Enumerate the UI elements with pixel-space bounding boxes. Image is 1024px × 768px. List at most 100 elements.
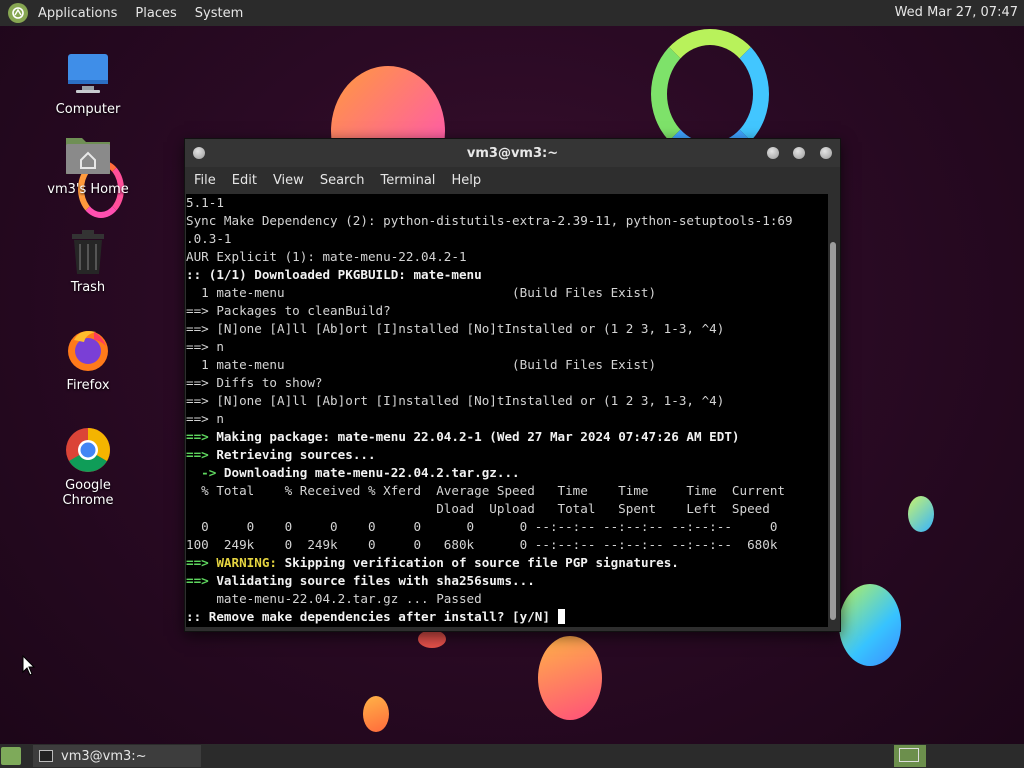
desktop-icon-chrome[interactable]: Google Chrome	[38, 426, 138, 508]
menu-file[interactable]: File	[185, 173, 224, 188]
wallpaper-shape	[418, 630, 446, 648]
menu-edit[interactable]: Edit	[224, 173, 265, 188]
window-titlebar[interactable]: vm3@vm3:~	[185, 139, 840, 167]
terminal-line: ==> WARNING: Skipping verification of so…	[186, 554, 828, 572]
window-title: vm3@vm3:~	[466, 145, 559, 161]
terminal-line: Sync Make Dependency (2): python-distuti…	[186, 212, 828, 230]
terminal-text: WARNING:	[216, 555, 285, 570]
close-button[interactable]	[820, 147, 832, 159]
terminal-line: mate-menu-22.04.2.tar.gz ... Passed	[186, 590, 828, 608]
terminal-line: 1 mate-menu (Build Files Exist)	[186, 356, 828, 374]
terminal-text: Skipping verification of source file PGP…	[284, 555, 679, 570]
mate-logo-icon[interactable]	[8, 3, 28, 23]
wallpaper-shape	[538, 636, 602, 720]
trash-icon	[72, 230, 104, 274]
taskbar-label: vm3@vm3:~	[61, 748, 147, 764]
maximize-button[interactable]	[793, 147, 805, 159]
terminal-text: mate-menu-22.04.2.tar.gz ... Passed	[186, 591, 482, 606]
terminal-line: AUR Explicit (1): mate-menu-22.04.2-1	[186, 248, 828, 266]
terminal-line: 1 mate-menu (Build Files Exist)	[186, 284, 828, 302]
terminal-line: ==> Diffs to show?	[186, 374, 828, 392]
mouse-pointer-icon	[22, 655, 36, 676]
terminal-line: ==> n	[186, 410, 828, 428]
terminal-line: :: Remove make dependencies after instal…	[186, 608, 828, 626]
terminal-line: 5.1-1	[186, 194, 828, 212]
home-folder-icon	[66, 138, 110, 174]
terminal-text: Sync Make Dependency (2): python-distuti…	[186, 213, 793, 228]
terminal-line: ==> Packages to cleanBuild?	[186, 302, 828, 320]
scrollbar-thumb[interactable]	[830, 242, 836, 620]
terminal-text: ==> n	[186, 339, 224, 354]
minimize-button[interactable]	[767, 147, 779, 159]
terminal-line: ==> n	[186, 338, 828, 356]
terminal-text: Making package: mate-menu 22.04.2-1 (Wed…	[216, 429, 740, 444]
desktop-icon-label: Trash	[70, 280, 106, 295]
terminal-line: ==> Making package: mate-menu 22.04.2-1 …	[186, 428, 828, 446]
terminal-text: ==> n	[186, 411, 224, 426]
terminal-text: ==> Packages to cleanBuild?	[186, 303, 391, 318]
terminal-text: 0 0 0 0 0 0 0 0 --:--:-- --:--:-- --:--:…	[186, 519, 778, 534]
system-menu[interactable]: System	[193, 6, 245, 21]
clock[interactable]: Wed Mar 27, 07:47	[895, 5, 1018, 20]
desktop-icon-home[interactable]: vm3's Home	[38, 130, 138, 197]
terminal-text: .0.3-1	[186, 231, 232, 246]
workspace-switcher[interactable]	[894, 745, 926, 767]
bottom-panel: vm3@vm3:~	[0, 744, 1024, 768]
terminal-line: % Total % Received % Xferd Average Speed…	[186, 482, 828, 500]
chrome-icon	[66, 428, 110, 472]
desktop-icon-label: Computer	[55, 102, 121, 117]
desktop-icon-computer[interactable]: Computer	[38, 50, 138, 117]
terminal-text: :: Remove make dependencies after instal…	[186, 609, 558, 624]
applications-menu[interactable]: Applications	[36, 6, 119, 21]
terminal-line: 0 0 0 0 0 0 0 0 --:--:-- --:--:-- --:--:…	[186, 518, 828, 536]
wallpaper-shape	[908, 496, 934, 532]
terminal-text: ==>	[186, 573, 217, 588]
places-menu[interactable]: Places	[133, 6, 178, 21]
desktop-icon-label: Google Chrome	[62, 478, 114, 508]
terminal-line: ==> Validating source files with sha256s…	[186, 572, 828, 590]
terminal-text: ==>	[186, 555, 217, 570]
top-panel: Applications Places System Wed Mar 27, 0…	[0, 0, 1024, 26]
terminal-text: ==> Diffs to show?	[186, 375, 323, 390]
text-cursor	[557, 609, 565, 624]
terminal-text: Downloading mate-menu-22.04.2.tar.gz...	[223, 465, 520, 480]
terminal-text: ==> [N]one [A]ll [Ab]ort [I]nstalled [No…	[186, 321, 725, 336]
menu-help[interactable]: Help	[443, 173, 489, 188]
desktop-icon-firefox[interactable]: Firefox	[38, 326, 138, 393]
menu-search[interactable]: Search	[312, 173, 373, 188]
terminal-line: ==> [N]one [A]ll [Ab]ort [I]nstalled [No…	[186, 320, 828, 338]
terminal-text: AUR Explicit (1): mate-menu-22.04.2-1	[186, 249, 467, 264]
terminal-text: :: (1/1) Downloaded PKGBUILD: mate-menu	[186, 267, 482, 282]
terminal-text: 1 mate-menu (Build Files Exist)	[186, 285, 657, 300]
terminal-line: 100 249k 0 249k 0 0 680k 0 --:--:-- --:-…	[186, 536, 828, 554]
wallpaper-shape	[363, 696, 389, 732]
terminal-scrollbar[interactable]	[829, 194, 838, 627]
terminal-text: ==>	[186, 447, 217, 462]
terminal-text: Retrieving sources...	[216, 447, 376, 462]
terminal-line: -> Downloading mate-menu-22.04.2.tar.gz.…	[186, 464, 828, 482]
terminal-line: .0.3-1	[186, 230, 828, 248]
terminal-text: 1 mate-menu (Build Files Exist)	[186, 357, 657, 372]
show-desktop-button[interactable]	[1, 747, 21, 765]
wallpaper-shape	[839, 584, 901, 666]
desktop-icon-trash[interactable]: Trash	[38, 228, 138, 295]
taskbar-button-terminal[interactable]: vm3@vm3:~	[33, 745, 201, 767]
menu-terminal[interactable]: Terminal	[372, 173, 443, 188]
terminal-text: % Total % Received % Xferd Average Speed…	[186, 483, 785, 498]
terminal-text: 100 249k 0 249k 0 0 680k 0 --:--:-- --:-…	[186, 537, 778, 552]
terminal-menubar: File Edit View Search Terminal Help	[185, 167, 840, 194]
terminal-line: :: (1/1) Downloaded PKGBUILD: mate-menu	[186, 266, 828, 284]
menu-view[interactable]: View	[265, 173, 312, 188]
terminal-text: Validating source files with sha256sums.…	[216, 573, 535, 588]
computer-icon	[68, 54, 108, 93]
terminal-output[interactable]: 5.1-1 Sync Make Dependency (2): python-di…	[186, 194, 828, 627]
desktop-icon-label: vm3's Home	[47, 182, 129, 197]
terminal-line: Dload Upload Total Spent Left Speed	[186, 500, 828, 518]
terminal-line: ==> [N]one [A]ll [Ab]ort [I]nstalled [No…	[186, 392, 828, 410]
terminal-line: ==> Retrieving sources...	[186, 446, 828, 464]
terminal-window[interactable]: vm3@vm3:~ File Edit View Search Terminal…	[184, 138, 841, 632]
terminal-text: ==> [N]one [A]ll [Ab]ort [I]nstalled [No…	[186, 393, 725, 408]
terminal-icon	[39, 750, 53, 762]
desktop-icon-label: Firefox	[66, 378, 110, 393]
terminal-text: ->	[186, 465, 224, 480]
